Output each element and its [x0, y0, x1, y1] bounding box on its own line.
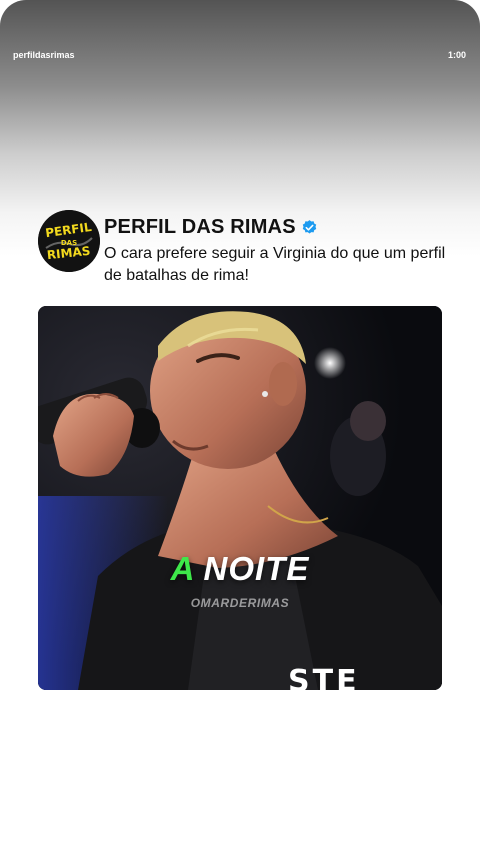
author-row: PERFIL DAS RIMAS [104, 216, 449, 239]
perfil-das-rimas-logo-icon: PERFIL DAS RIMAS [38, 210, 100, 272]
story-time: 1:00 [447, 50, 466, 60]
author-name[interactable]: PERFIL DAS RIMAS [104, 216, 296, 239]
video-frame [38, 306, 442, 690]
verified-badge-icon [302, 220, 316, 234]
story-header: perfildasrimas 1:00 [13, 50, 466, 60]
post-card: PERFIL DAS RIMAS PERFIL DAS RIMAS O cara… [38, 210, 445, 690]
title-rest: NOITE [203, 550, 310, 587]
video-player[interactable]: A NOITE OMARDERIMAS STE [38, 306, 442, 690]
video-overlay-title: A NOITE [38, 550, 442, 588]
title-accent: A [170, 550, 196, 587]
story-username[interactable]: perfildasrimas [13, 50, 75, 60]
avatar[interactable]: PERFIL DAS RIMAS [38, 210, 100, 272]
shirt-print-text: STE [288, 664, 360, 690]
post-caption: O cara prefere seguir a Virginia do que … [104, 245, 446, 284]
post-header: PERFIL DAS RIMAS PERFIL DAS RIMAS O cara… [38, 210, 445, 287]
story-screen: perfildasrimas 1:00 PERFIL DAS RIMAS PER… [0, 0, 480, 854]
post-meta: PERFIL DAS RIMAS O cara prefere seguir a… [104, 210, 449, 287]
video-overlay-handle: OMARDERIMAS [190, 596, 290, 610]
